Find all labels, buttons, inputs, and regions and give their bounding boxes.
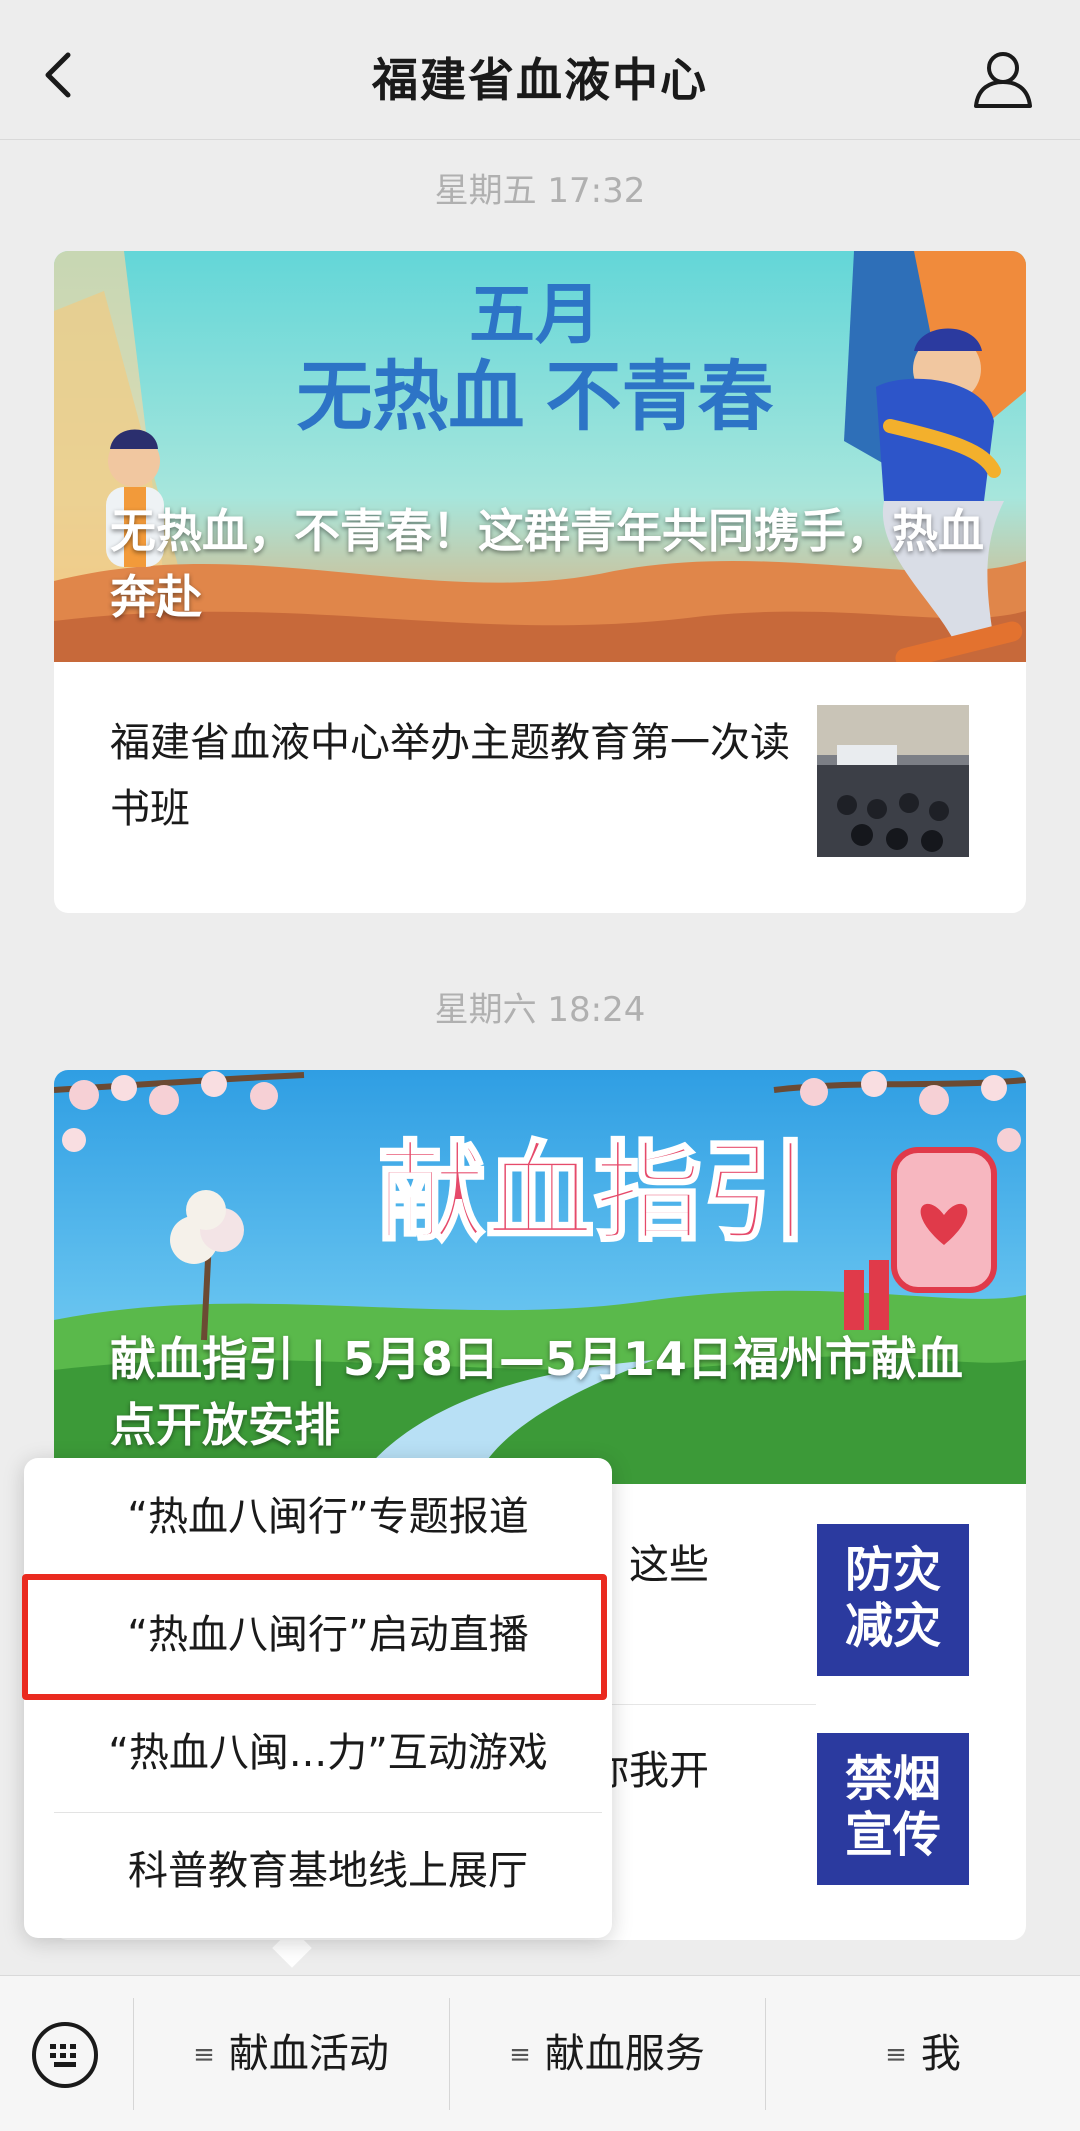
submenu-item-online-exhibition[interactable]: 科普教育基地线上展厅 [54, 1812, 602, 1930]
submenu-item-interactive-game[interactable]: “热血八闽...力”互动游戏 [54, 1694, 602, 1812]
message-timestamp: 星期六 18:24 [434, 990, 646, 1030]
menu-tab-label: 我 [920, 2031, 961, 2077]
menu-tab-label: 献血服务 [544, 2031, 705, 2077]
article-thumbnail[interactable]: 禁烟宣传 [817, 1733, 969, 1885]
profile-button[interactable] [972, 50, 1034, 110]
thumbnail-caption: 防灾减灾 [844, 1542, 941, 1654]
article-thumbnail[interactable] [817, 705, 969, 857]
article-main-title: 无热血，不青春！这群青年共同携手，热血奔赴 [110, 504, 984, 624]
menu-lines-icon: ≡ [885, 2040, 907, 2070]
article-thumbnail[interactable]: 防灾减灾 [817, 1524, 969, 1676]
page-title: 福建省血液中心 [372, 53, 708, 107]
menu-tab-donation-services[interactable]: ≡ 献血服务 [450, 1976, 764, 2131]
menu-tab-me[interactable]: ≡ 我 [766, 1976, 1080, 2131]
bottom-menu-bar: ≡ 献血活动 ≡ 献血服务 ≡ 我 [0, 1975, 1080, 2131]
menu-lines-icon: ≡ [509, 2040, 531, 2070]
banner-headline: 献血指引 [378, 1132, 810, 1253]
article-sub-title[interactable]: 福建省血液中心举办主题教育第一次读书班 [110, 710, 810, 842]
article-card: 五月 无热血 不青春 无热血，不青春！这群青年共同携手，热血奔赴 福建省血液中心… [54, 251, 1026, 913]
article-sub-title-partial[interactable]: 你我开 [589, 1738, 809, 1804]
menu-lines-icon: ≡ [193, 2040, 215, 2070]
highlight-annotation-box [22, 1574, 607, 1700]
article-main-title: 献血指引 | 5月8日—5月14日福州市献血点开放安排 [110, 1332, 963, 1452]
message-timestamp: 星期五 17:32 [434, 171, 646, 211]
profile-icon [974, 52, 1032, 108]
menu-tab-label: 献血活动 [228, 2031, 389, 2077]
article-sub-title-partial[interactable]: ！这些 [589, 1532, 809, 1598]
keyboard-icon [32, 2022, 98, 2088]
banner-line-1: 五月 [469, 277, 601, 351]
article-cover-banner[interactable]: 五月 无热血 不青春 无热血，不青春！这群青年共同携手，热血奔赴 [54, 251, 1026, 662]
top-navigation-bar: 福建省血液中心 [0, 0, 1080, 140]
thumbnail-caption: 禁烟宣传 [844, 1751, 941, 1863]
meeting-room-photo [817, 705, 969, 857]
menu-tab-donation-activities[interactable]: ≡ 献血活动 [134, 1976, 448, 2131]
submenu-item-special-report[interactable]: “热血八闽行”专题报道 [54, 1458, 602, 1576]
article-cover-banner[interactable]: 献血指引 献血指引 | 5月8日—5月14日福州市献血点开放安排 [54, 1070, 1026, 1484]
keyboard-toggle-button[interactable] [30, 2020, 100, 2090]
banner-line-2: 无热血 不青春 [296, 355, 773, 440]
